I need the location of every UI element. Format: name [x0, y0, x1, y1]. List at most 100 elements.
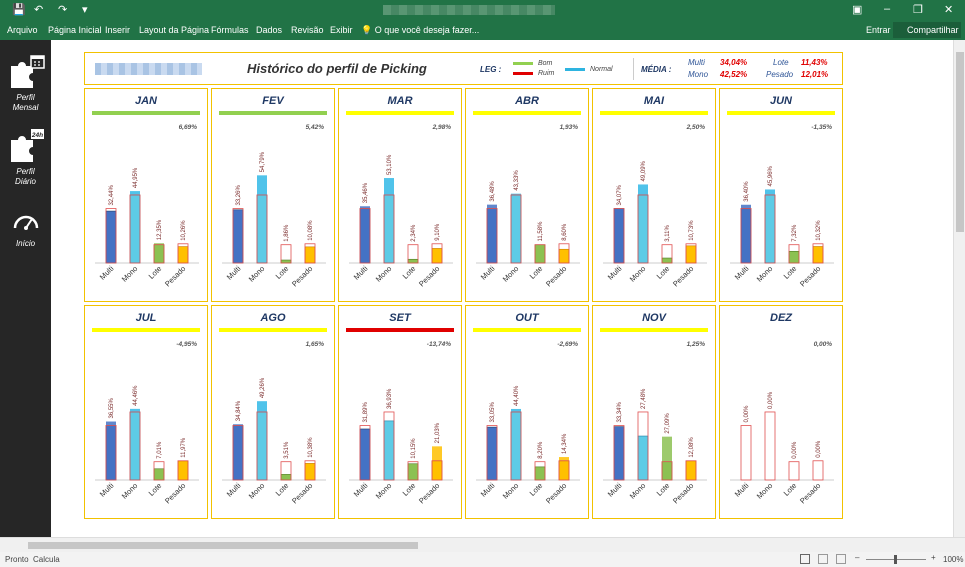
tab-layout[interactable]: Layout da Página — [139, 25, 209, 35]
category-label: Lote — [401, 481, 418, 498]
category-label: Lote — [528, 264, 545, 281]
sidebar-item-perfil-mensal[interactable]: Perfil Mensal — [0, 54, 51, 113]
category-label: Lote — [274, 264, 291, 281]
data-label: 27,48% — [641, 388, 647, 409]
data-label: 44,40% — [514, 385, 520, 406]
month-chart-fev: FEV 5,42% 33,26% Multi 54,79% Mono 1,86% Lote 10… — [211, 88, 335, 302]
bar-lote — [153, 468, 165, 481]
tab-arquivo[interactable]: Arquivo — [7, 25, 38, 35]
category-label: Lote — [528, 481, 545, 498]
data-label: 49,26% — [260, 377, 266, 398]
category-label: Mono — [247, 481, 267, 501]
category-label: Lote — [274, 481, 291, 498]
data-label: 11,58% — [538, 221, 544, 242]
category-label: Lote — [147, 264, 164, 281]
tell-me-box[interactable]: 💡 O que você deseja fazer... — [361, 25, 479, 36]
month-chart-dez: DEZ 0,00% 0,00% Multi 0,00% Mono 0,00% Lote 0,00… — [719, 305, 843, 519]
category-label: Lote — [401, 264, 418, 281]
bar-pesado — [431, 248, 443, 264]
tab-revisao[interactable]: Revisão — [291, 25, 324, 35]
normal-view-icon[interactable] — [800, 554, 810, 564]
bar-multi — [613, 208, 625, 264]
month-bar-chart: 0,00% Multi 0,00% Mono 0,00% Lote 0,00% Pesado — [730, 391, 834, 505]
status-calculate[interactable]: Calcula — [33, 555, 60, 564]
media-pesado-label: Pesado — [766, 70, 794, 79]
category-label: Multi — [479, 264, 497, 282]
page-break-view-icon[interactable] — [836, 554, 846, 564]
media-mono-value: 42,52% — [720, 70, 748, 79]
horizontal-scroll-thumb[interactable] — [28, 542, 418, 549]
vertical-scrollbar[interactable] — [953, 40, 965, 537]
save-icon[interactable]: 💾 — [12, 3, 26, 16]
ribbon-display-icon[interactable]: ▣ — [852, 3, 862, 16]
category-label: Mono — [247, 264, 267, 284]
data-label: 43,33% — [514, 170, 520, 191]
bar-excess-mono — [638, 184, 648, 195]
category-label: Pesado — [417, 264, 441, 288]
data-label: 36,55% — [109, 398, 115, 419]
sidebar-item-perfil-diario[interactable]: 24h Perfil Diário — [0, 128, 51, 187]
tab-pagina-inicial[interactable]: Página Inicial — [48, 25, 102, 35]
zoom-level[interactable]: 100% — [943, 555, 963, 564]
bar-excess-multi — [487, 204, 497, 209]
zoom-in-icon[interactable]: + — [931, 553, 936, 562]
undo-icon[interactable]: ↶ — [34, 3, 43, 16]
media-pesado-value: 12,01% — [801, 70, 829, 79]
bar-multi — [486, 426, 498, 481]
month-bar-chart: 34,07% Multi 49,09% Mono 3,11% Lote 10,73% Pesa… — [603, 160, 707, 288]
bar-lote — [407, 463, 419, 481]
category-label: Pesado — [544, 264, 568, 288]
redo-icon[interactable]: ↷ — [58, 3, 67, 16]
sidebar-item-inicio[interactable]: Início — [0, 208, 51, 249]
month-chart-jan: JAN 6,69% 32,44% Multi 44,95% Mono 12,35% Lote 1… — [84, 88, 208, 302]
vertical-scroll-thumb[interactable] — [956, 52, 964, 232]
bar-pesado — [812, 246, 824, 264]
bar-lote — [407, 258, 419, 264]
category-label: Multi — [352, 264, 370, 282]
category-label: Multi — [733, 264, 751, 282]
category-label: Pesado — [671, 264, 695, 288]
zoom-slider-thumb[interactable] — [894, 555, 897, 564]
signin-link[interactable]: Entrar — [866, 25, 891, 35]
data-label: 33,34% — [617, 402, 623, 423]
restore-button[interactable]: ❐ — [913, 3, 923, 16]
bar-mono — [383, 194, 395, 264]
document-title-redacted — [383, 5, 555, 15]
category-label: Mono — [120, 481, 140, 501]
target-outline-lote — [788, 461, 800, 481]
bar-multi — [105, 425, 117, 481]
bar-multi — [232, 209, 244, 264]
data-label: 7,32% — [792, 224, 798, 242]
zoom-out-icon[interactable]: – — [855, 553, 859, 562]
ribbon-tabs: Arquivo Página Inicial Inserir Layout da… — [0, 20, 965, 40]
month-bar-chart: 34,84% Multi 49,26% Mono 3,51% Lote 10,38% Pesa… — [222, 377, 326, 505]
bar-mono — [637, 435, 649, 481]
data-label: 34,07% — [617, 184, 623, 205]
tab-inserir[interactable]: Inserir — [105, 25, 130, 35]
sidebar-label-line2: Diário — [15, 177, 36, 186]
month-chart-abr: ABR 1,93% 36,48% Multi 43,33% Mono 11,58% Lote 8… — [465, 88, 589, 302]
page-layout-view-icon[interactable] — [818, 554, 828, 564]
category-label: Multi — [733, 481, 751, 499]
minimize-button[interactable]: – — [884, 3, 890, 15]
share-button[interactable]: Compartilhar — [893, 22, 961, 38]
customize-toolbar-icon[interactable]: ▾ — [82, 3, 88, 16]
horizontal-scrollbar[interactable] — [0, 537, 965, 552]
close-button[interactable]: ✕ — [944, 3, 953, 16]
bar-mono — [256, 411, 268, 481]
data-label: 33,26% — [236, 185, 242, 206]
category-label: Mono — [755, 481, 775, 501]
category-label: Pesado — [544, 481, 568, 505]
bar-mono — [256, 194, 268, 264]
category-label: Lote — [655, 481, 672, 498]
bar-pesado — [431, 460, 443, 481]
tab-exibir[interactable]: Exibir — [330, 25, 353, 35]
bar-mono — [129, 411, 141, 481]
bar-multi — [613, 426, 625, 481]
data-label: 1,86% — [284, 224, 290, 242]
month-chart-jul: JUL -4,95% 36,55% Multi 44,46% Mono 7,01% Lote 1… — [84, 305, 208, 519]
data-label: 0,00% — [768, 391, 774, 409]
tab-dados[interactable]: Dados — [256, 25, 282, 35]
tab-formulas[interactable]: Fórmulas — [211, 25, 249, 35]
puzzle-24h-icon: 24h — [10, 129, 44, 162]
